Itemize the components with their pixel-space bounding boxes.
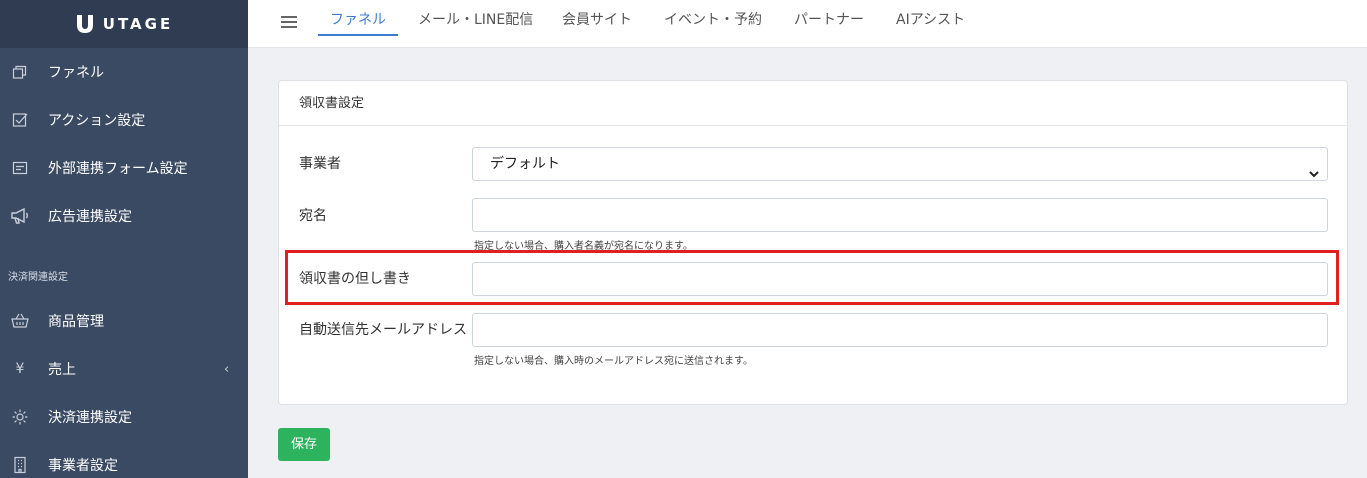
sidebar-item-business-settings[interactable]: 事業者設定 (0, 447, 248, 478)
business-label: 事業者 (299, 156, 341, 172)
gear-icon (10, 407, 30, 427)
tab-member-site[interactable]: 会員サイト (562, 0, 632, 36)
sidebar: UTAGE ファネル アクション設定 外部連携フォーム設定 広告連携設定 決済関… (0, 0, 248, 478)
sidebar-item-ad-integration[interactable]: 広告連携設定 (0, 198, 248, 234)
sidebar-item-products[interactable]: 商品管理 (0, 303, 248, 339)
tab-event-booking[interactable]: イベント・予約 (664, 0, 762, 36)
recipient-help: 指定しない場合、購入者名義が宛名になります。 (474, 241, 693, 252)
recipient-label: 宛名 (299, 208, 327, 224)
sidebar-item-external-form[interactable]: 外部連携フォーム設定 (0, 150, 248, 186)
tab-funnel[interactable]: ファネル (318, 0, 398, 36)
brand-logo[interactable]: UTAGE (0, 0, 248, 48)
sidebar-item-label: 売上 (48, 362, 76, 378)
card-title: 領収書設定 (279, 81, 1347, 126)
sidebar-item-label: 外部連携フォーム設定 (48, 161, 188, 177)
utage-logo-icon (75, 13, 95, 35)
form-icon (10, 158, 30, 178)
building-icon (10, 455, 30, 475)
sidebar-item-label: アクション設定 (48, 113, 146, 129)
sidebar-item-funnel[interactable]: ファネル (0, 54, 248, 90)
sidebar-item-label: 決済連携設定 (48, 410, 132, 426)
business-select-value: デフォルト (490, 156, 560, 172)
sidebar-item-label: ファネル (48, 65, 104, 81)
sidebar-item-label: 商品管理 (48, 314, 104, 330)
sidebar-item-label: 広告連携設定 (48, 209, 132, 225)
basket-icon (10, 311, 30, 331)
yen-icon: ¥ (15, 361, 25, 377)
auto-email-label: 自動送信先メールアドレス (299, 322, 467, 338)
sidebar-item-label: 事業者設定 (48, 458, 118, 474)
auto-email-input[interactable] (472, 313, 1328, 347)
sidebar-section-payment: 決済関連設定 (8, 272, 68, 283)
funnel-pages-icon (10, 62, 30, 82)
hamburger-menu-icon[interactable] (281, 15, 297, 29)
chevron-down-icon (1309, 159, 1319, 178)
proviso-label: 領収書の但し書き (299, 271, 411, 287)
receipt-settings-card: 領収書設定 事業者 デフォルト 宛名 指定しない場合、購入者名義が宛名になります… (278, 80, 1348, 405)
tab-partner[interactable]: パートナー (794, 0, 864, 36)
auto-email-help: 指定しない場合、購入時のメールアドレス宛に送信されます。 (474, 356, 753, 367)
chevron-left-icon: ‹ (224, 361, 230, 377)
tab-mail-line[interactable]: メール・LINE配信 (418, 0, 533, 36)
tab-ai-assist[interactable]: AIアシスト (896, 0, 965, 36)
brand-name: UTAGE (102, 15, 174, 33)
checkbox-icon (10, 110, 30, 130)
sidebar-item-sales[interactable]: ¥ 売上 ‹ (0, 351, 248, 387)
sidebar-item-payment-integration[interactable]: 決済連携設定 (0, 399, 248, 435)
megaphone-icon (10, 206, 30, 226)
business-select[interactable]: デフォルト (472, 147, 1328, 181)
proviso-input[interactable] (472, 262, 1328, 296)
save-button[interactable]: 保存 (278, 428, 330, 461)
recipient-input[interactable] (472, 198, 1328, 232)
top-nav: ファネル メール・LINE配信 会員サイト イベント・予約 パートナー AIアシ… (248, 0, 1367, 48)
sidebar-item-action-settings[interactable]: アクション設定 (0, 102, 248, 138)
